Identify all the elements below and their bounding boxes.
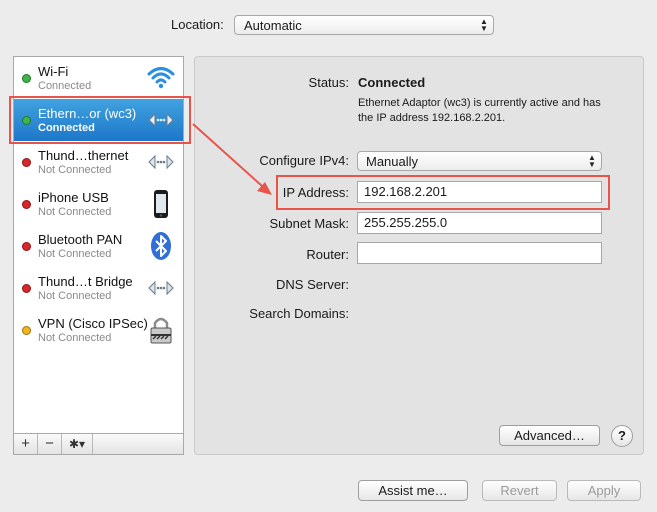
status-dot [22,74,31,83]
updown-arrows-icon: ▲ ▼ [480,17,488,33]
status-label: Status: [308,75,349,90]
gear-icon: ✱▾ [68,437,86,451]
assist-me-button[interactable]: Assist me… [358,480,468,501]
add-service-button[interactable]: + [14,434,38,454]
service-name: Wi-Fi [38,64,69,79]
status-dot [22,200,31,209]
service-item-vpn[interactable]: VPN (Cisco IPSec) Not Connected [14,309,183,351]
status-dot [22,284,31,293]
wifi-icon [147,67,175,89]
service-name: Thund…thernet [38,148,129,163]
service-item-bluetooth-pan[interactable]: Bluetooth PAN Not Connected [14,225,183,267]
revert-button[interactable]: Revert [482,480,557,501]
advanced-button[interactable]: Advanced… [499,425,600,446]
service-name: Bluetooth PAN [38,232,123,247]
service-status: Not Connected [38,248,112,260]
service-status: Not Connected [38,332,112,344]
ethernet-arrows-icon [148,154,174,170]
question-mark-icon: ? [618,428,626,443]
location-value: Automatic [244,18,302,33]
router-field[interactable] [357,242,602,264]
apply-button[interactable]: Apply [567,480,641,501]
service-item-thunderbolt-bridge[interactable]: Thund…t Bridge Not Connected [14,267,183,309]
location-select[interactable]: Automatic ▲ ▼ [234,15,494,35]
service-name: VPN (Cisco IPSec) [38,316,148,331]
status-dot [22,158,31,167]
service-item-iphone-usb[interactable]: iPhone USB Not Connected [14,183,183,225]
subnet-mask-label: Subnet Mask: [269,216,350,231]
vpn-lock-icon [150,317,172,344]
service-status: Not Connected [38,164,112,176]
status-dot [22,242,31,251]
configure-ipv4-label: Configure IPv4: [259,153,349,168]
service-name: Thund…t Bridge [38,274,133,289]
service-list-controls: + − ✱▾ [13,433,184,455]
search-domains-label: Search Domains: [249,306,349,321]
configure-ipv4-value: Manually [366,154,419,169]
ethernet-arrows-icon [148,280,174,296]
help-button[interactable]: ? [611,425,633,447]
subnet-mask-field[interactable]: 255.255.255.0 [357,212,602,234]
status-dot [22,326,31,335]
ip-address-highlight-box [276,175,610,210]
dns-server-label: DNS Server: [276,277,349,292]
service-item-thunderbolt-ethernet[interactable]: Thund…thernet Not Connected [14,141,183,183]
service-status: Not Connected [38,290,112,302]
iphone-icon [154,190,168,218]
service-status: Connected [38,80,92,92]
gear-menu-button[interactable]: ✱▾ [62,434,93,454]
service-name: iPhone USB [38,190,109,205]
ethernet-highlight-box [9,96,191,144]
updown-arrows-icon: ▲ ▼ [588,153,596,169]
router-label: Router: [306,247,349,262]
configure-ipv4-select[interactable]: Manually ▲ ▼ [357,151,602,171]
service-item-wifi[interactable]: Wi-Fi Connected [14,57,183,99]
location-label: Location: [171,17,224,32]
status-description: Ethernet Adaptor (wc3) is currently acti… [358,97,601,124]
bluetooth-icon [151,232,171,260]
service-status: Not Connected [38,206,112,218]
status-value: Connected [358,75,426,90]
remove-service-button[interactable]: − [38,434,62,454]
